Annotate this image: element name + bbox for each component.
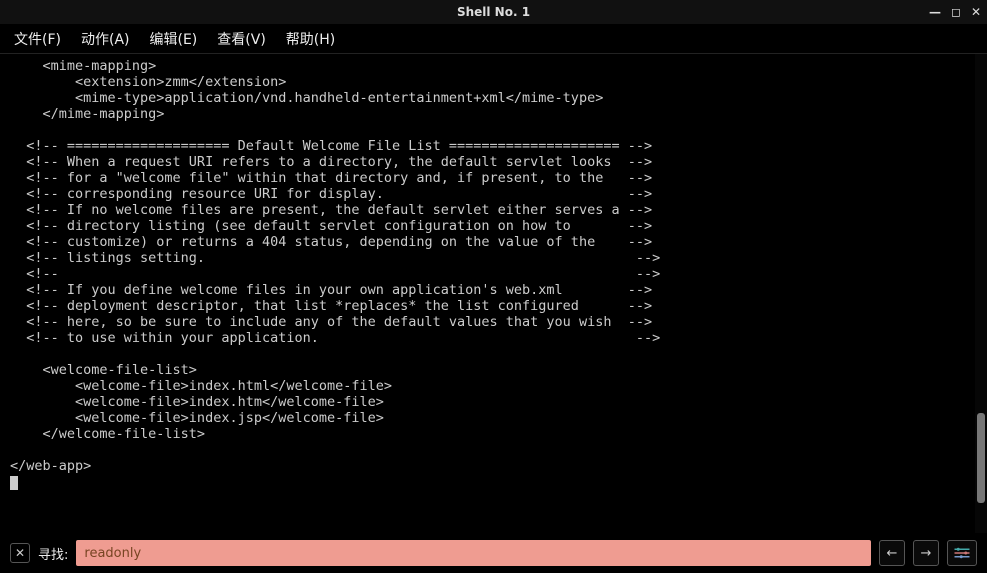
terminal-content[interactable]: <mime-mapping> <extension>zmm</extension… (0, 54, 975, 533)
close-icon[interactable]: ✕ (971, 5, 981, 19)
search-options-button[interactable] (947, 540, 977, 566)
menu-action[interactable]: 动作(A) (81, 29, 130, 49)
menu-edit[interactable]: 编辑(E) (150, 29, 198, 49)
minimize-icon[interactable]: — (929, 5, 941, 19)
window-title: Shell No. 1 (457, 5, 530, 19)
options-icon (953, 546, 971, 560)
menubar: 文件(F) 动作(A) 编辑(E) 查看(V) 帮助(H) (0, 24, 987, 54)
search-bar: ✕ 寻找: ← → (0, 533, 987, 573)
scrollbar-thumb[interactable] (977, 413, 985, 503)
close-icon: ✕ (15, 546, 25, 560)
arrow-left-icon: ← (887, 546, 898, 561)
search-input[interactable] (76, 540, 871, 566)
maximize-icon[interactable]: ◻ (951, 5, 961, 19)
arrow-right-icon: → (921, 546, 932, 561)
search-close-button[interactable]: ✕ (10, 543, 30, 563)
terminal-cursor (10, 476, 18, 490)
window-controls: — ◻ ✕ (929, 0, 981, 24)
search-label: 寻找: (38, 544, 68, 563)
terminal-text: <mime-mapping> <extension>zmm</extension… (10, 58, 660, 474)
search-prev-button[interactable]: ← (879, 540, 905, 566)
menu-help[interactable]: 帮助(H) (286, 29, 335, 49)
window-titlebar: Shell No. 1 — ◻ ✕ (0, 0, 987, 24)
scrollbar-track[interactable] (975, 54, 987, 533)
menu-view[interactable]: 查看(V) (217, 29, 266, 49)
search-next-button[interactable]: → (913, 540, 939, 566)
menu-file[interactable]: 文件(F) (14, 29, 61, 49)
